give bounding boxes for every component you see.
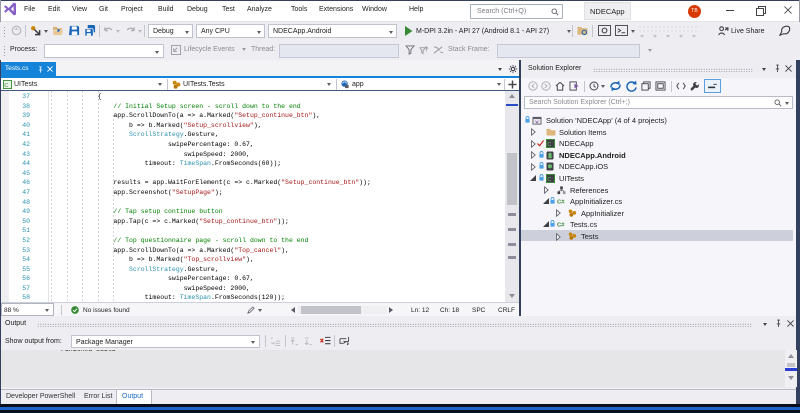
svg-text:C#: C# xyxy=(557,199,565,205)
svg-text:C: C xyxy=(4,83,8,89)
svg-text:C: C xyxy=(547,177,551,183)
svg-text:C: C xyxy=(547,142,551,148)
svg-text:C#: C# xyxy=(557,223,565,229)
